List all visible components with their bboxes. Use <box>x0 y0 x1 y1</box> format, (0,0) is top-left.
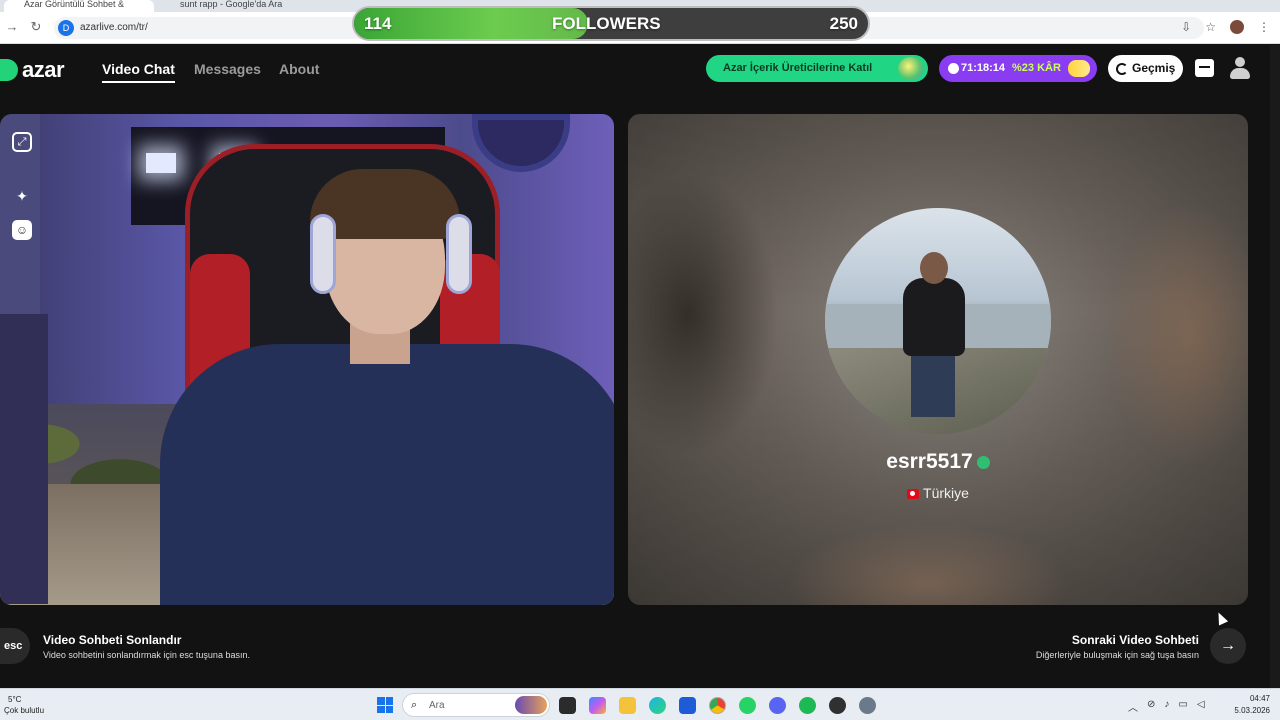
partner-profile-photo[interactable] <box>825 208 1051 434</box>
end-chat-hint: Video sohbetini sonlandırmak için esc tu… <box>43 650 250 660</box>
nav-video-chat[interactable]: Video Chat <box>102 61 175 83</box>
next-chat-title: Sonraki Video Sohbeti <box>1071 633 1199 647</box>
clock-time: 04:47 <box>1249 694 1270 703</box>
taskbar-clock[interactable]: 04:47 5.03.2026 <box>1228 693 1270 717</box>
history-label: Geçmiş <box>1132 61 1176 75</box>
spotify-icon[interactable] <box>799 697 816 714</box>
photo-man-legs <box>911 353 955 417</box>
tray-mic-icon[interactable]: ♪ <box>1164 699 1169 714</box>
emoji-sticker-icon[interactable]: ☺ <box>12 220 32 240</box>
search-highlight-icon <box>515 696 547 714</box>
weather-desc: Çok bulutlu <box>4 706 45 715</box>
logo-text: azar <box>22 57 65 82</box>
next-chat-hint: Diğerleriyle buluşmak için sağ tuşa bası… <box>1035 650 1199 660</box>
headphone-right <box>446 214 472 294</box>
install-icon[interactable]: ⇩ <box>1181 20 1191 34</box>
reload-icon[interactable]: ↻ <box>28 19 44 35</box>
back-arrow-icon[interactable]: → <box>4 19 20 35</box>
tray-network-icon[interactable]: ⊘ <box>1147 699 1155 714</box>
creator-badge-icon <box>898 57 924 80</box>
nav-about[interactable]: About <box>279 61 319 77</box>
azar-logo-icon <box>0 59 18 81</box>
system-tray: ︿ ⊘ ♪ ▭ ◁ <box>1128 699 1205 714</box>
chrome-icon[interactable] <box>709 697 726 714</box>
windows-taskbar: 5°C Çok bulutlu ⌕ Ara ︿ ⊘ ♪ ▭ ◁ 04:47 5.… <box>0 688 1280 720</box>
promo-discount: %23 KÂR <box>1012 62 1061 74</box>
followers-goal: 250 <box>829 14 858 33</box>
nav-label: Video Chat <box>102 61 175 77</box>
profile-icon-body <box>1230 68 1250 79</box>
tv-light <box>146 153 176 173</box>
partner-username-text: esrr5517 <box>886 450 973 473</box>
end-chat-esc-button[interactable]: esc <box>0 628 30 664</box>
turkey-flag-icon <box>907 489 920 500</box>
partner-country-text: Türkiye <box>923 485 969 501</box>
left-shelf <box>0 314 48 604</box>
magic-wand-icon[interactable]: ✦ <box>12 186 32 206</box>
shop-icon[interactable] <box>1195 59 1214 77</box>
person-sweater <box>160 344 614 605</box>
end-chat-title: Video Sohbeti Sonlandır <box>43 633 182 647</box>
browser-actions: ⇩ ☆ ⋮ <box>1181 20 1270 34</box>
browser-tab-active[interactable]: Azar Görüntülü Sohbet & <box>4 0 154 12</box>
tab-title: Azar Görüntülü Sohbet & <box>24 0 125 9</box>
creator-banner-button[interactable]: Azar İçerik Üreticilerine Katıl <box>706 55 928 82</box>
partner-video: esrr5517 Türkiye <box>628 114 1248 605</box>
history-icon <box>1116 63 1128 75</box>
site-header: azar Video Chat Messages About Azar İçer… <box>0 45 1270 93</box>
promo-timer-button[interactable]: 71:18:14 %23 KÂR <box>939 55 1097 82</box>
clock-icon <box>948 63 959 74</box>
weather-temp: 5°C <box>8 695 22 704</box>
followers-current: 114 <box>364 14 392 33</box>
active-nav-underline <box>102 81 175 83</box>
profile-icon[interactable] <box>1230 57 1250 79</box>
whatsapp-icon[interactable] <box>739 697 756 714</box>
task-view-icon[interactable] <box>559 697 576 714</box>
windows-start-icon[interactable] <box>377 697 393 713</box>
discord-icon[interactable] <box>769 697 786 714</box>
bookmark-star-icon[interactable]: ☆ <box>1205 20 1216 34</box>
copilot-icon[interactable] <box>589 697 606 714</box>
nav-messages[interactable]: Messages <box>194 61 261 77</box>
site-info-icon[interactable]: D <box>58 20 74 36</box>
tray-chevron-icon[interactable]: ︿ <box>1128 699 1138 714</box>
profile-icon-head <box>1235 57 1245 67</box>
expand-icon[interactable]: ⤢ <box>12 132 32 152</box>
obs-icon[interactable] <box>829 697 846 714</box>
creator-banner-label: Azar İçerik Üreticilerine Katıl <box>723 62 873 74</box>
followers-goal-bar: 114 FOLLOWERS 250 <box>352 6 870 41</box>
settings-gear-icon[interactable] <box>859 697 876 714</box>
photo-man-head <box>920 252 948 284</box>
next-chat-arrow-button[interactable]: → <box>1210 628 1246 664</box>
mouse-cursor-icon <box>1213 610 1229 626</box>
search-placeholder: Ara <box>429 700 445 711</box>
history-button[interactable]: Geçmiş <box>1108 55 1183 82</box>
browser-tab-other[interactable]: sunt rapp - Google'da Ara <box>160 0 320 12</box>
file-explorer-icon[interactable] <box>619 697 636 714</box>
browser-profile-avatar[interactable] <box>1230 20 1244 34</box>
azar-logo[interactable]: azar <box>0 57 65 83</box>
weather-widget[interactable]: 5°C Çok bulutlu <box>4 694 44 716</box>
coins-icon <box>1068 60 1090 77</box>
url-text: azarlive.com/tr/ <box>80 22 148 33</box>
tray-display-icon[interactable]: ▭ <box>1178 699 1187 714</box>
partner-username: esrr5517 <box>628 450 1248 474</box>
tray-speaker-icon[interactable]: ◁ <box>1197 699 1205 714</box>
taskbar-search[interactable]: ⌕ Ara <box>402 693 550 717</box>
page-scrollbar[interactable] <box>1270 45 1280 688</box>
edge-icon[interactable] <box>649 697 666 714</box>
partner-country: Türkiye <box>628 485 1248 501</box>
headphone-left <box>310 214 336 294</box>
self-video: ⤢ ✦ ☺ <box>0 114 614 605</box>
photo-man-jacket <box>903 278 965 356</box>
verified-badge-icon <box>976 455 990 469</box>
store-icon[interactable] <box>679 697 696 714</box>
browser-menu-icon[interactable]: ⋮ <box>1258 20 1270 34</box>
tab-title: sunt rapp - Google'da Ara <box>180 0 283 9</box>
followers-label: FOLLOWERS <box>552 14 661 33</box>
promo-timer: 71:18:14 <box>961 62 1006 74</box>
search-icon: ⌕ <box>411 699 418 711</box>
clock-date: 5.03.2026 <box>1234 706 1270 715</box>
